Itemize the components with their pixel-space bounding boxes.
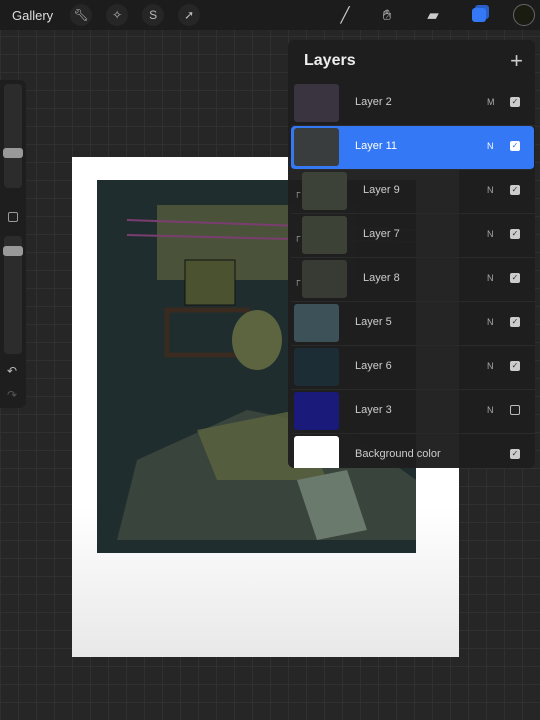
sidebar: ↶ ↷ <box>0 80 26 408</box>
layer-thumbnail[interactable] <box>294 392 339 430</box>
layer-name: Layer 8 <box>363 272 400 284</box>
layers-icon[interactable] <box>468 4 490 26</box>
blend-mode-button[interactable]: N <box>487 361 494 371</box>
add-layer-button[interactable]: + <box>510 48 523 74</box>
blend-mode-button[interactable]: N <box>487 273 494 283</box>
layer-thumbnail[interactable] <box>302 260 347 298</box>
color-swatch[interactable] <box>513 4 535 26</box>
smudge-icon[interactable]: ✋︎ <box>376 4 398 26</box>
layer-row[interactable]: ┌ Layer 8 N ✓ <box>291 258 535 302</box>
layer-row[interactable]: Layer 6 N ✓ <box>291 346 535 390</box>
opacity-slider[interactable] <box>3 236 23 354</box>
brush-size-slider[interactable] <box>3 84 23 188</box>
layer-name: Background color <box>355 448 441 460</box>
gallery-button[interactable]: Gallery <box>12 8 53 23</box>
blend-mode-button[interactable]: N <box>487 405 494 415</box>
layer-row[interactable]: Layer 3 N ✓ <box>291 390 535 434</box>
size-thumb[interactable] <box>3 148 23 158</box>
layer-name: Layer 6 <box>355 360 392 372</box>
clipping-mask-icon: ┌ <box>294 231 301 241</box>
visibility-checkbox[interactable]: ✓ <box>510 185 520 195</box>
layer-name: Layer 11 <box>355 140 397 152</box>
eraser-icon[interactable]: ▰ <box>422 4 444 26</box>
layer-name: Layer 7 <box>363 228 400 240</box>
redo-icon[interactable]: ↷ <box>7 388 17 402</box>
visibility-checkbox[interactable]: ✓ <box>510 317 520 327</box>
brush-icon[interactable]: ╱ <box>334 4 356 26</box>
layer-name: Layer 9 <box>363 184 400 196</box>
layer-row[interactable]: ┌ Layer 9 N ✓ <box>291 170 535 214</box>
layer-row[interactable]: Layer 5 N ✓ <box>291 302 535 346</box>
layers-panel: Layers + Layer 2 M ✓ Layer 11 N ✓ ┌ Layer 9 N ✓ ┌ L… <box>288 40 535 468</box>
layer-row[interactable]: Background color ✓ <box>291 434 535 468</box>
opacity-thumb[interactable] <box>3 246 23 256</box>
blend-mode-button[interactable]: N <box>487 229 494 239</box>
blend-mode-button[interactable]: N <box>487 185 494 195</box>
layer-thumbnail[interactable] <box>302 172 347 210</box>
visibility-checkbox[interactable]: ✓ <box>510 273 520 283</box>
magic-wand-icon[interactable]: ✧ <box>106 4 129 26</box>
visibility-checkbox[interactable]: ✓ <box>510 449 520 459</box>
layer-name: Layer 2 <box>355 96 392 108</box>
clipping-mask-icon: ┌ <box>294 187 301 197</box>
layer-row[interactable]: Layer 11 N ✓ <box>291 126 534 170</box>
layer-thumbnail[interactable] <box>294 128 339 166</box>
clipping-mask-icon: ┌ <box>294 275 301 285</box>
blend-mode-button[interactable]: N <box>487 317 494 327</box>
layer-thumbnail[interactable] <box>294 84 339 122</box>
layer-row[interactable]: Layer 2 M ✓ <box>291 82 535 126</box>
visibility-checkbox[interactable]: ✓ <box>510 97 520 107</box>
blend-mode-button[interactable]: M <box>487 97 495 107</box>
wrench-icon[interactable]: 🔧︎ <box>70 4 93 26</box>
layer-name: Layer 5 <box>355 316 392 328</box>
layer-thumbnail[interactable] <box>294 436 339 468</box>
visibility-checkbox[interactable]: ✓ <box>510 229 520 239</box>
modify-button[interactable] <box>8 212 18 222</box>
layer-thumbnail[interactable] <box>294 304 339 342</box>
layers-title: Layers <box>304 52 356 69</box>
visibility-checkbox[interactable]: ✓ <box>510 141 520 151</box>
selection-icon[interactable]: S <box>142 4 165 26</box>
visibility-checkbox[interactable]: ✓ <box>510 361 520 371</box>
top-toolbar: Gallery 🔧︎ ✧ S ➚ ╱ ✋︎ ▰ <box>0 0 540 30</box>
layer-thumbnail[interactable] <box>302 216 347 254</box>
blend-mode-button[interactable]: N <box>487 141 494 151</box>
layer-row[interactable]: ┌ Layer 7 N ✓ <box>291 214 535 258</box>
layer-thumbnail[interactable] <box>294 348 339 386</box>
move-arrow-icon[interactable]: ➚ <box>178 4 201 26</box>
layer-name: Layer 3 <box>355 404 392 416</box>
undo-icon[interactable]: ↶ <box>7 364 17 378</box>
visibility-checkbox[interactable]: ✓ <box>510 405 520 415</box>
